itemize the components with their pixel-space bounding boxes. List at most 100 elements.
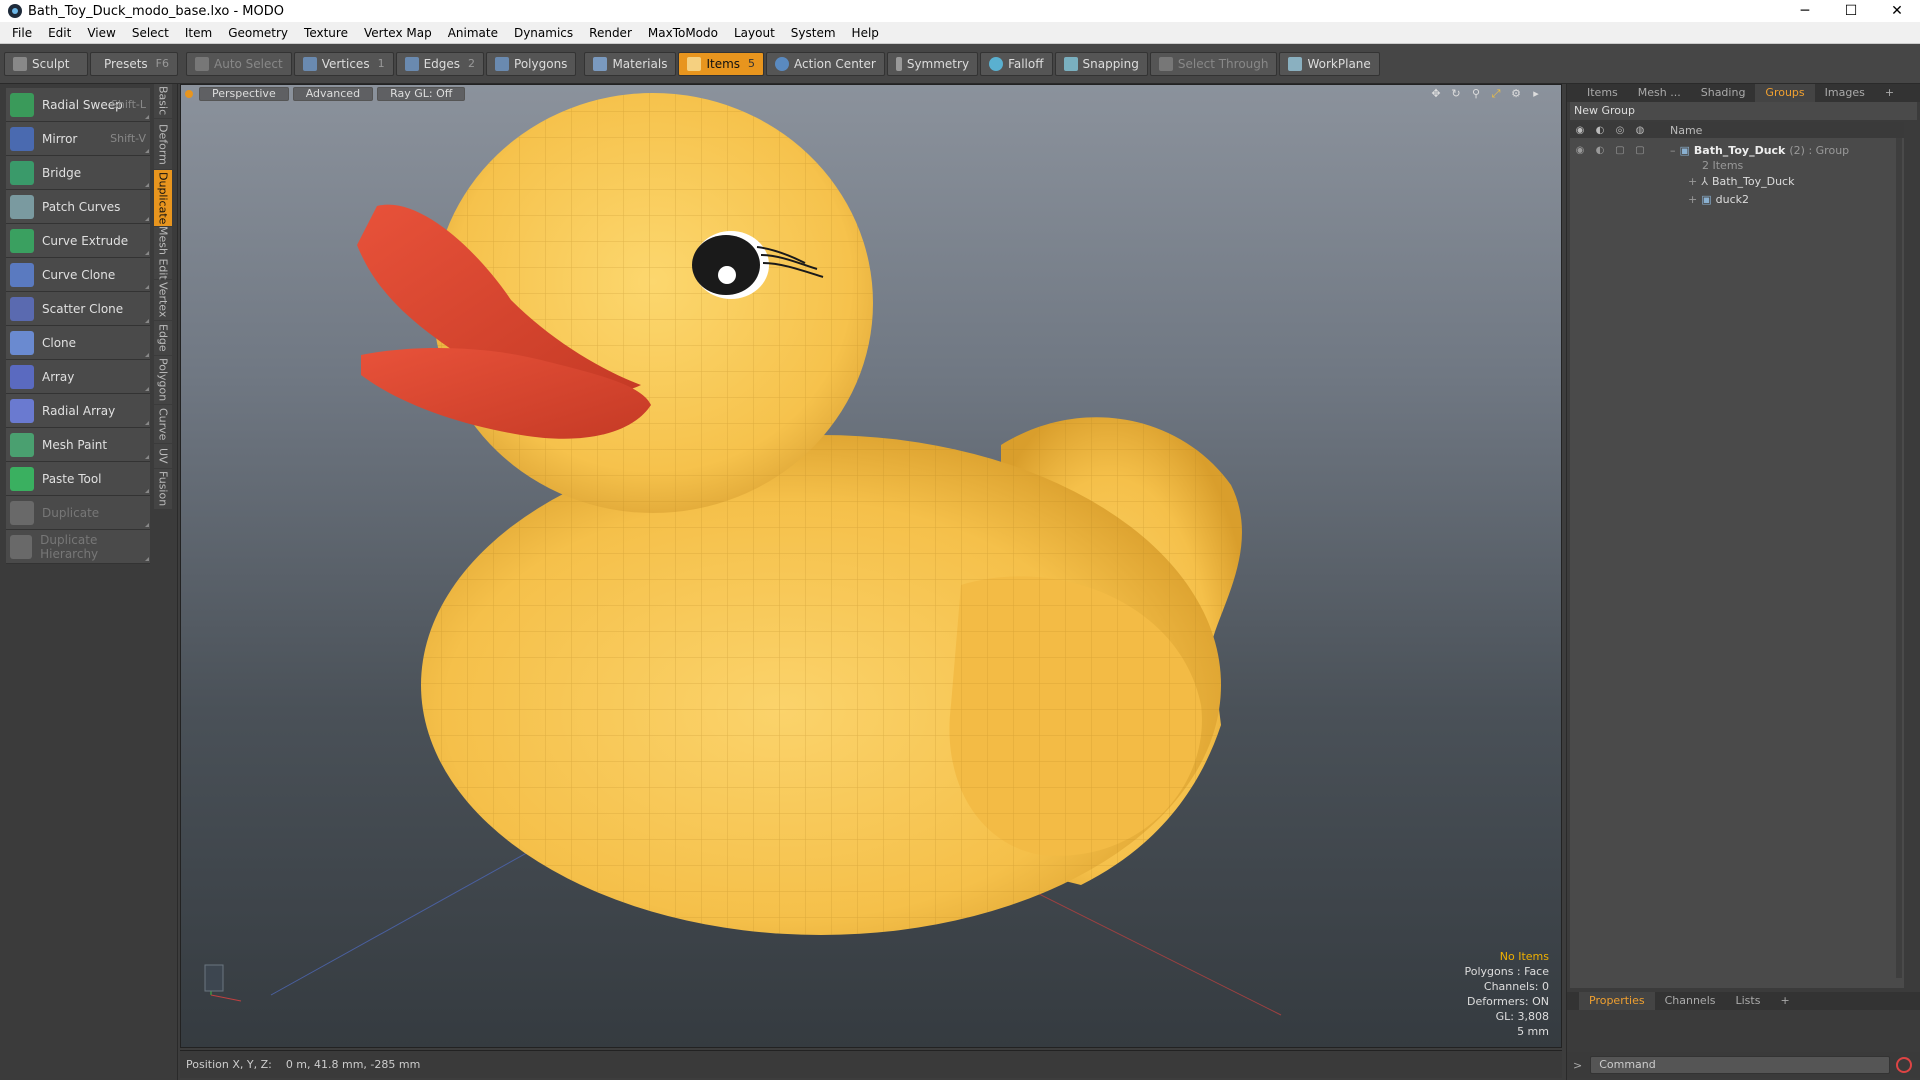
- menu-texture[interactable]: Texture: [296, 22, 356, 44]
- raygl-toggle[interactable]: Ray GL: Off: [377, 87, 466, 101]
- tab-basic[interactable]: Basic: [154, 84, 172, 118]
- visibility-eye-icon[interactable]: ◉: [1570, 145, 1590, 156]
- tab-uv[interactable]: UV: [154, 444, 172, 468]
- new-group-button[interactable]: New Group: [1570, 102, 1917, 120]
- collapse-icon[interactable]: –: [1670, 144, 1676, 157]
- command-input[interactable]: Command: [1590, 1056, 1891, 1074]
- tab-vertex[interactable]: Vertex: [154, 280, 172, 320]
- expand-icon[interactable]: +: [1688, 193, 1697, 206]
- menu-view[interactable]: View: [79, 22, 123, 44]
- render-col-icon[interactable]: ◐: [1590, 125, 1610, 136]
- tool-array[interactable]: Array: [6, 360, 150, 394]
- zoom-icon[interactable]: ⚲: [1469, 87, 1483, 101]
- tab-polygon[interactable]: Polygon: [154, 356, 172, 404]
- sculpt-button[interactable]: Sculpt: [4, 51, 88, 76]
- select-toggle-icon[interactable]: ▢: [1630, 145, 1650, 156]
- menu-dynamics[interactable]: Dynamics: [506, 22, 581, 44]
- tab-deform[interactable]: Deform: [154, 119, 172, 169]
- visibility-col-icon[interactable]: ◉: [1570, 125, 1590, 136]
- menu-maxtomodo[interactable]: MaxToModo: [640, 22, 726, 44]
- auto-select-button[interactable]: Auto Select: [186, 51, 292, 76]
- tab-channels[interactable]: Channels: [1655, 992, 1726, 1010]
- items-button[interactable]: Items 5: [678, 51, 765, 76]
- lock-toggle-icon[interactable]: ▢: [1610, 145, 1630, 156]
- lock-col-icon[interactable]: ◎: [1610, 125, 1630, 136]
- view-type-dropdown[interactable]: Perspective: [199, 87, 289, 101]
- menu-edit[interactable]: Edit: [40, 22, 79, 44]
- tree-row-child[interactable]: + ▣ duck2: [1570, 190, 1904, 208]
- maximize-button[interactable]: ☐: [1828, 0, 1874, 22]
- tool-patch-curves[interactable]: Patch Curves: [6, 190, 150, 224]
- tab-fusion[interactable]: Fusion: [154, 469, 172, 509]
- tool-curve-clone[interactable]: Curve Clone: [6, 258, 150, 292]
- menu-system[interactable]: System: [783, 22, 844, 44]
- name-column-header[interactable]: Name: [1670, 124, 1702, 137]
- 3d-viewport[interactable]: Perspective Advanced Ray GL: Off ✥ ↻ ⚲ ⤢…: [180, 84, 1562, 1048]
- pan-icon[interactable]: ✥: [1429, 87, 1443, 101]
- polygons-button[interactable]: Polygons: [486, 51, 577, 76]
- action-center-button[interactable]: Action Center: [766, 51, 885, 76]
- tab-edge[interactable]: Edge: [154, 321, 172, 355]
- tool-mirror[interactable]: Mirror Shift-V: [6, 122, 150, 156]
- command-arrow-icon[interactable]: >: [1573, 1059, 1582, 1072]
- shading-mode-dropdown[interactable]: Advanced: [292, 87, 374, 101]
- symmetry-button[interactable]: Symmetry: [886, 51, 979, 76]
- tab-items[interactable]: Items: [1577, 84, 1628, 102]
- add-tab-icon[interactable]: +: [1875, 84, 1904, 102]
- command-history-icon[interactable]: [1896, 1057, 1913, 1073]
- menu-file[interactable]: File: [4, 22, 40, 44]
- add-tab-icon[interactable]: +: [1770, 992, 1799, 1010]
- viewport-settings-icon[interactable]: ⚙: [1509, 87, 1523, 101]
- menu-geometry[interactable]: Geometry: [220, 22, 296, 44]
- menu-item[interactable]: Item: [177, 22, 220, 44]
- vertices-button[interactable]: Vertices 1: [293, 51, 394, 76]
- tool-duplicate-hierarchy[interactable]: Duplicate Hierarchy: [6, 530, 150, 564]
- menu-help[interactable]: Help: [844, 22, 887, 44]
- tab-groups[interactable]: Groups: [1755, 84, 1815, 102]
- render-toggle-icon[interactable]: ◐: [1590, 145, 1610, 156]
- menu-vertex-map[interactable]: Vertex Map: [356, 22, 440, 44]
- select-col-icon[interactable]: ◍: [1630, 125, 1650, 136]
- expand-icon[interactable]: +: [1688, 175, 1697, 188]
- viewport-options-icon[interactable]: [185, 90, 193, 98]
- edges-button[interactable]: Edges 2: [395, 51, 485, 76]
- tool-duplicate[interactable]: Duplicate: [6, 496, 150, 530]
- tool-bridge[interactable]: Bridge: [6, 156, 150, 190]
- tab-label: Duplicate: [156, 171, 170, 225]
- tree-row-child[interactable]: + ⅄ Bath_Toy_Duck: [1570, 172, 1904, 190]
- tool-scatter-clone[interactable]: Scatter Clone: [6, 292, 150, 326]
- tree-scrollbar[interactable]: [1896, 138, 1902, 978]
- tab-curve[interactable]: Curve: [154, 405, 172, 443]
- tool-paste-tool[interactable]: Paste Tool: [6, 462, 150, 496]
- tab-shading[interactable]: Shading: [1691, 84, 1756, 102]
- menu-render[interactable]: Render: [581, 22, 640, 44]
- duck-model[interactable]: [181, 85, 1562, 1048]
- menu-layout[interactable]: Layout: [726, 22, 783, 44]
- tab-lists[interactable]: Lists: [1726, 992, 1771, 1010]
- viewport-expand-icon[interactable]: ▸: [1529, 87, 1543, 101]
- tool-clone[interactable]: Clone: [6, 326, 150, 360]
- workplane-button[interactable]: WorkPlane: [1279, 51, 1380, 76]
- close-button[interactable]: ✕: [1874, 0, 1920, 22]
- tab-images[interactable]: Images: [1815, 84, 1875, 102]
- menu-select[interactable]: Select: [124, 22, 177, 44]
- tab-mesh[interactable]: Mesh ...: [1628, 84, 1691, 102]
- materials-button[interactable]: Materials: [584, 51, 677, 76]
- minimize-button[interactable]: ─: [1782, 0, 1828, 22]
- rotate-icon[interactable]: ↻: [1449, 87, 1463, 101]
- snapping-button[interactable]: Snapping: [1054, 51, 1148, 76]
- tab-mesh-edit[interactable]: Mesh Edit: [154, 226, 172, 280]
- falloff-button[interactable]: Falloff: [980, 51, 1053, 76]
- select-through-button[interactable]: Select Through: [1149, 51, 1278, 76]
- tree-row-group[interactable]: ◉ ◐ ▢ ▢ – ▣ Bath_Toy_Duck (2) : Group: [1570, 142, 1904, 158]
- tool-curve-extrude[interactable]: Curve Extrude: [6, 224, 150, 258]
- tab-properties[interactable]: Properties: [1579, 992, 1655, 1010]
- tree-row-group-count: 2 Items: [1570, 158, 1904, 172]
- tool-radial-array[interactable]: Radial Array: [6, 394, 150, 428]
- tool-radial-sweep[interactable]: Radial Sweep Shift-L: [6, 88, 150, 122]
- tab-duplicate[interactable]: Duplicate: [154, 170, 172, 226]
- menu-animate[interactable]: Animate: [440, 22, 506, 44]
- presets-button[interactable]: Presets F6: [90, 51, 178, 76]
- fit-icon[interactable]: ⤢: [1489, 87, 1503, 101]
- tool-mesh-paint[interactable]: Mesh Paint: [6, 428, 150, 462]
